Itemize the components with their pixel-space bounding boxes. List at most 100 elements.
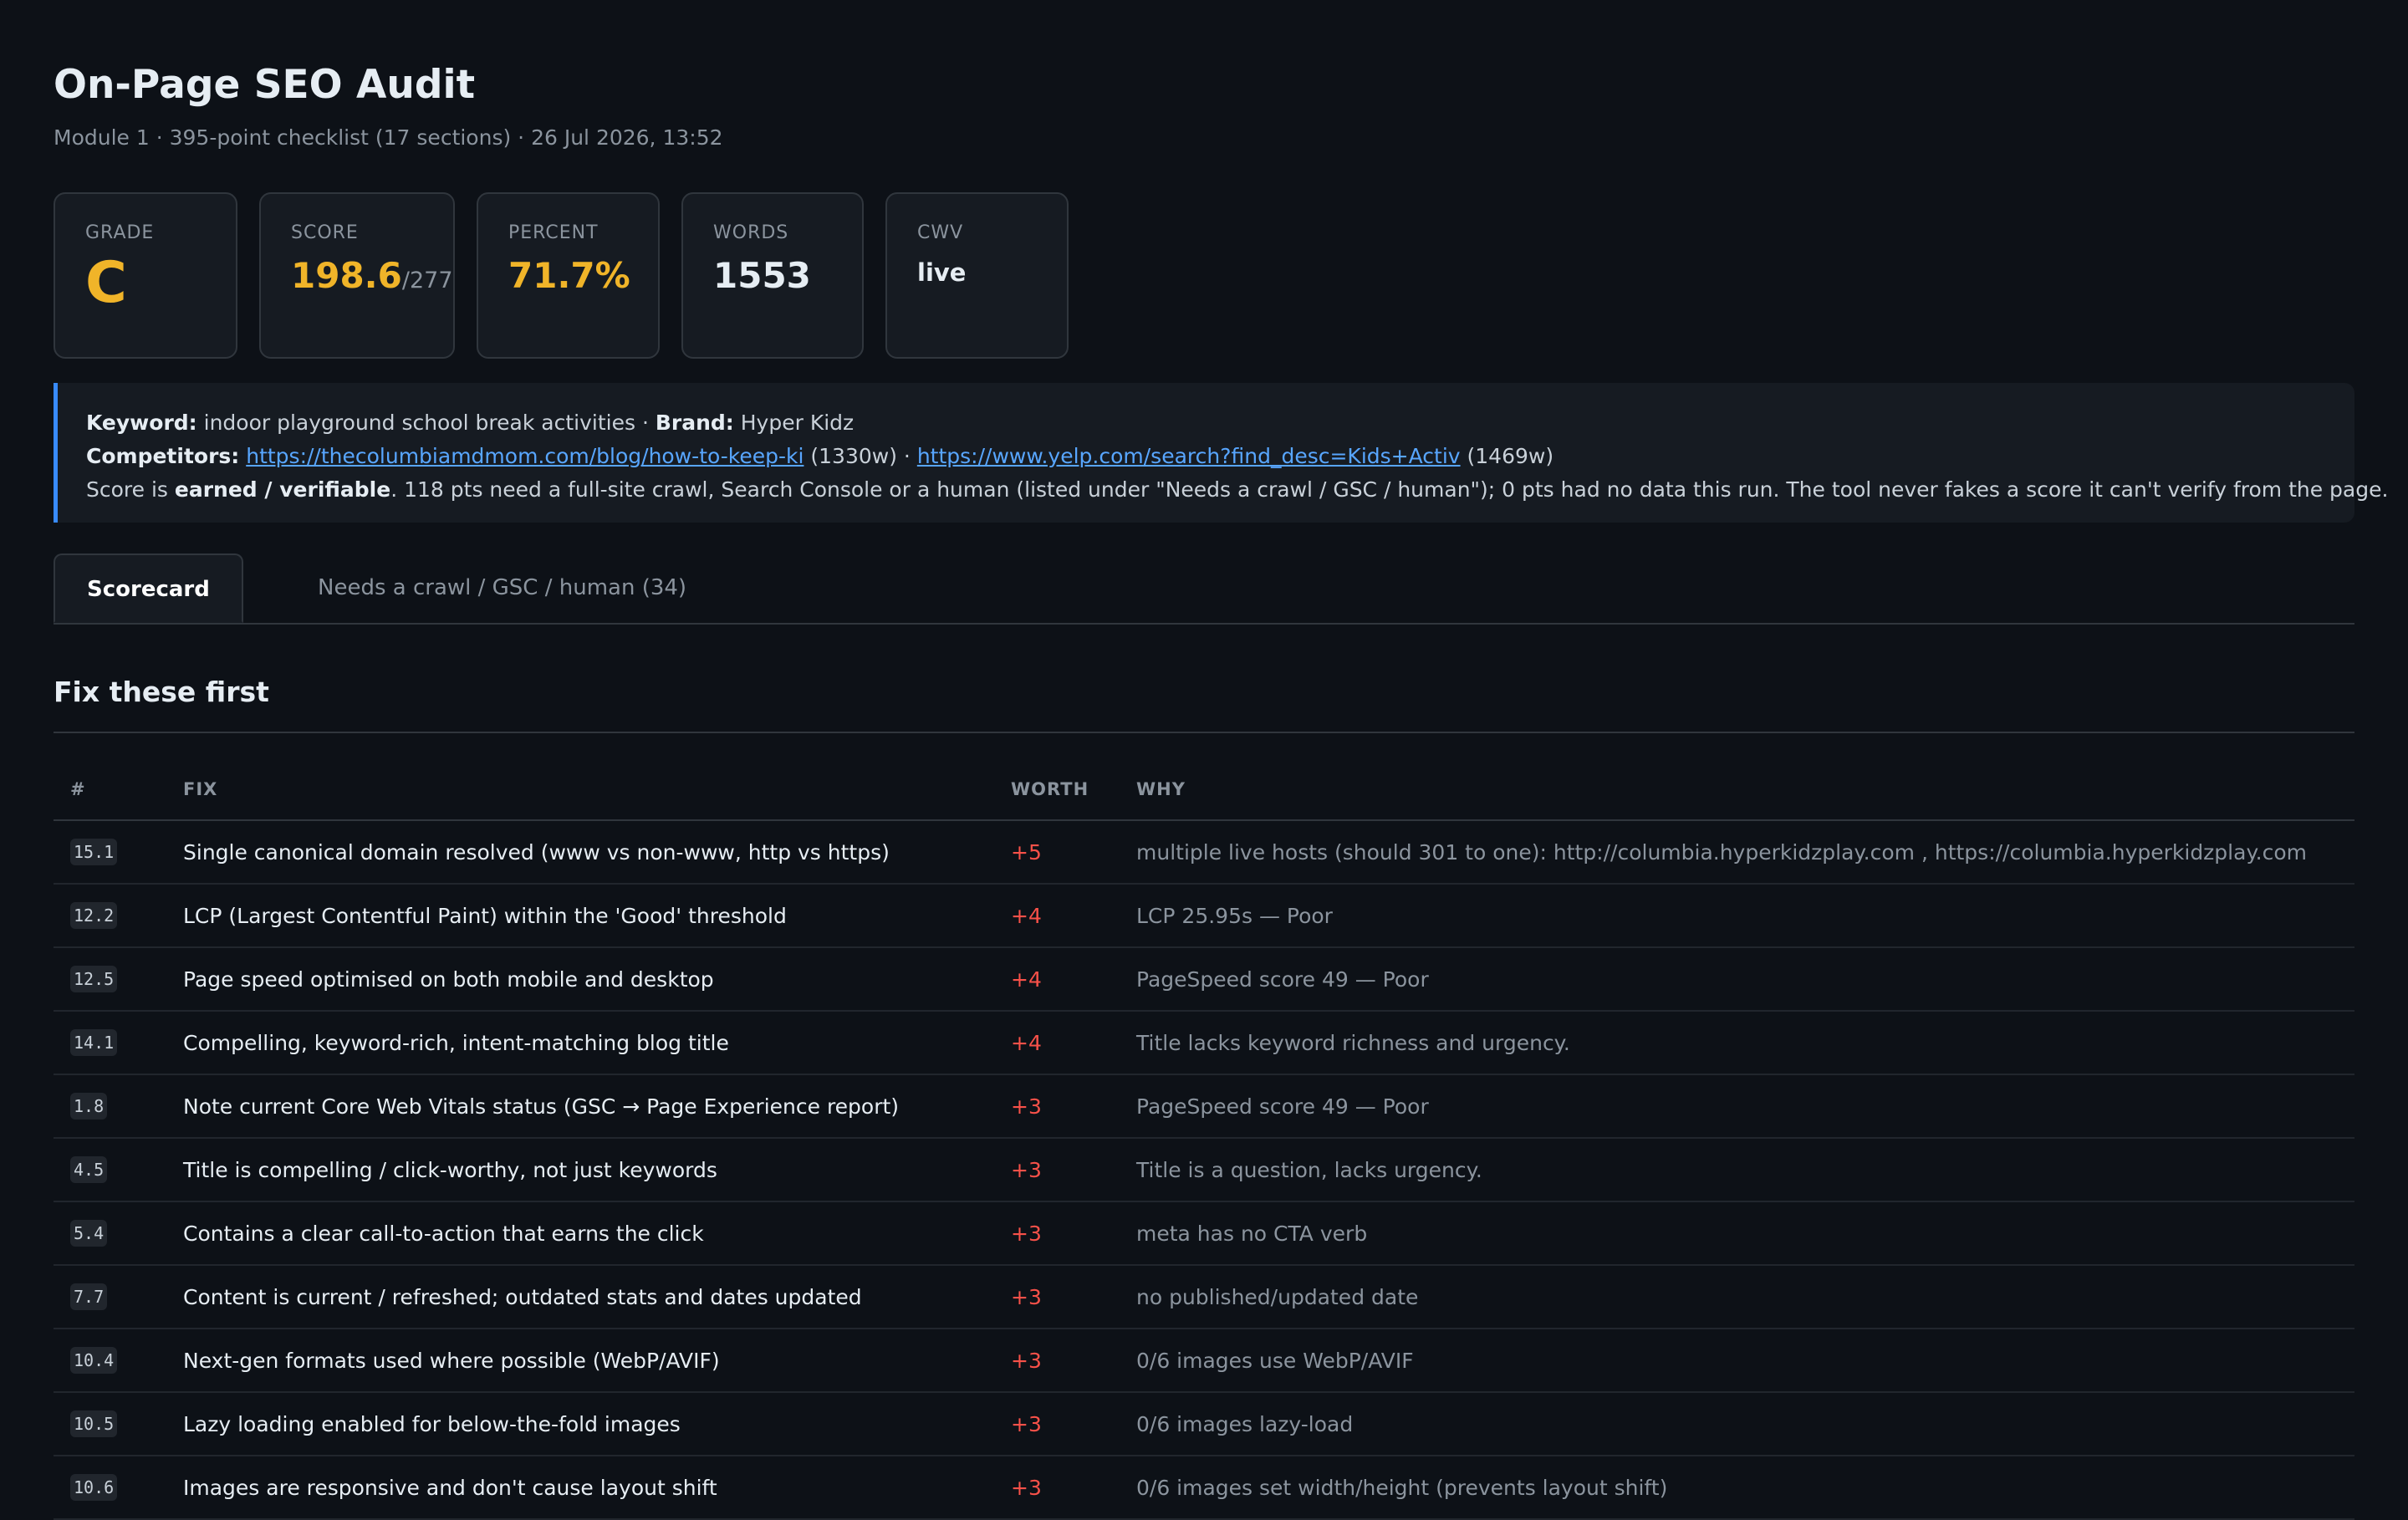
row-fix: Note current Core Web Vitals status (GSC… [166,1074,994,1139]
row-why: PageSpeed score 49 — Poor [1120,947,2354,1012]
row-id: 1.8 [70,1093,108,1120]
row-id: 12.5 [70,966,118,992]
row-id: 15.1 [70,839,118,865]
table-row: 14.1 Compelling, keyword-rich, intent-ma… [54,1011,2354,1075]
row-why: Title lacks keyword richness and urgency… [1120,1011,2354,1075]
competitors-label: Competitors: [86,444,240,468]
score-value: 198.6 [291,255,402,296]
keyword-label: Keyword: [86,411,197,435]
row-fix: Contains a clear call-to-action that ear… [166,1201,994,1266]
row-why: 0/6 images use WebP/AVIF [1120,1329,2354,1393]
row-id: 10.5 [70,1410,118,1437]
summary-cards: GRADE C SCORE 198.6/277 PERCENT 71.7% WO… [54,192,1069,359]
row-id-cell: 15.1 [54,820,166,885]
cwv-card: CWV live [885,192,1069,359]
row-fix: Content is current / refreshed; outdated… [166,1265,994,1329]
keyword-line: Keyword: indoor playground school break … [86,406,2354,440]
grade-value: C [85,250,127,316]
row-worth: +4 [994,884,1120,948]
row-fix: Images are responsive and don't cause la… [166,1456,994,1520]
audit-info-panel: Keyword: indoor playground school break … [54,383,2388,523]
score-card: SCORE 198.6/277 [259,192,455,359]
row-id-cell: 10.4 [54,1329,166,1393]
column-header-why: WHY [1120,759,2354,821]
row-why: LCP 25.95s — Poor [1120,884,2354,948]
competitor-words-2: (1469w) [1467,444,1554,468]
row-id-cell: 5.4 [54,1201,166,1266]
table-header-row: # FIX WORTH WHY [54,759,2354,821]
table-row: 10.6 Images are responsive and don't cau… [54,1456,2354,1520]
row-id-cell: 4.5 [54,1138,166,1202]
score-label: SCORE [291,222,359,243]
column-header-fix: FIX [166,759,994,821]
row-id: 4.5 [70,1156,108,1183]
brand-value: Hyper Kidz [740,411,855,435]
row-id-cell: 12.2 [54,884,166,948]
row-why: PageSpeed score 49 — Poor [1120,1074,2354,1139]
page-title: On-Page SEO Audit [54,62,476,108]
grade-card: GRADE C [54,192,237,359]
score-outof: /277 [401,268,453,293]
table-row: 5.4 Contains a clear call-to-action that… [54,1201,2354,1266]
tab-needs-crawl[interactable]: Needs a crawl / GSC / human (34) [286,553,718,623]
row-worth: +4 [994,947,1120,1012]
table-row: 12.2 LCP (Largest Contentful Paint) with… [54,884,2354,948]
row-id: 7.7 [70,1283,108,1310]
row-worth: +5 [994,820,1120,885]
row-fix: Page speed optimised on both mobile and … [166,947,994,1012]
percent-label: PERCENT [508,222,599,243]
keyword-value: indoor playground school break activitie… [203,411,635,435]
row-worth: +3 [994,1329,1120,1393]
tab-bar: Scorecard Needs a crawl / GSC / human (3… [54,553,2354,625]
score-note-line: Score is earned / verifiable. 118 pts ne… [86,473,2388,507]
score-value-wrap: 198.6/277 [291,255,453,296]
row-worth: +3 [994,1201,1120,1266]
brand-label: Brand: [655,411,734,435]
cwv-value: live [917,258,967,287]
table-row: 12.5 Page speed optimised on both mobile… [54,947,2354,1012]
row-id-cell: 10.5 [54,1392,166,1456]
row-why: Title is a question, lacks urgency. [1120,1138,2354,1202]
row-worth: +3 [994,1074,1120,1139]
row-id: 10.6 [70,1474,118,1501]
row-why: 0/6 images lazy-load [1120,1392,2354,1456]
score-note-bold: earned / verifiable [174,477,391,502]
row-worth: +3 [994,1265,1120,1329]
row-id: 12.2 [70,902,118,929]
table-row: 7.7 Content is current / refreshed; outd… [54,1265,2354,1329]
words-value: 1553 [713,255,811,296]
section-title: Fix these first [54,676,269,708]
table-row: 15.1 Single canonical domain resolved (w… [54,820,2354,885]
row-id: 14.1 [70,1029,118,1056]
competitor-link-2[interactable]: https://www.yelp.com/search?find_desc=Ki… [917,444,1461,468]
words-label: WORDS [713,222,789,243]
score-note-prefix: Score is [86,477,168,502]
section-divider [54,732,2354,733]
table-row: 10.5 Lazy loading enabled for below-the-… [54,1392,2354,1456]
cwv-label: CWV [917,222,964,243]
row-why: multiple live hosts (should 301 to one):… [1120,820,2354,885]
row-why: 0/6 images set width/height (prevents la… [1120,1456,2354,1520]
row-id-cell: 12.5 [54,947,166,1012]
percent-value: 71.7% [508,255,630,296]
row-worth: +3 [994,1392,1120,1456]
competitor-words-1: (1330w) [810,444,897,468]
row-worth: +3 [994,1138,1120,1202]
row-fix: Compelling, keyword-rich, intent-matchin… [166,1011,994,1075]
row-worth: +4 [994,1011,1120,1075]
row-why: no published/updated date [1120,1265,2354,1329]
competitors-line: Competitors: https://thecolumbiamdmom.co… [86,440,2354,473]
words-card: WORDS 1553 [681,192,864,359]
grade-label: GRADE [85,222,155,243]
row-id-cell: 7.7 [54,1265,166,1329]
row-fix: Next-gen formats used where possible (We… [166,1329,994,1393]
table-row: 4.5 Title is compelling / click-worthy, … [54,1138,2354,1202]
row-worth: +3 [994,1456,1120,1520]
percent-card: PERCENT 71.7% [477,192,660,359]
row-id-cell: 10.6 [54,1456,166,1520]
separator: · [641,411,649,435]
row-fix: LCP (Largest Contentful Paint) within th… [166,884,994,948]
tab-scorecard[interactable]: Scorecard [54,553,243,623]
row-id: 5.4 [70,1220,108,1247]
competitor-link-1[interactable]: https://thecolumbiamdmom.com/blog/how-to… [246,444,804,468]
